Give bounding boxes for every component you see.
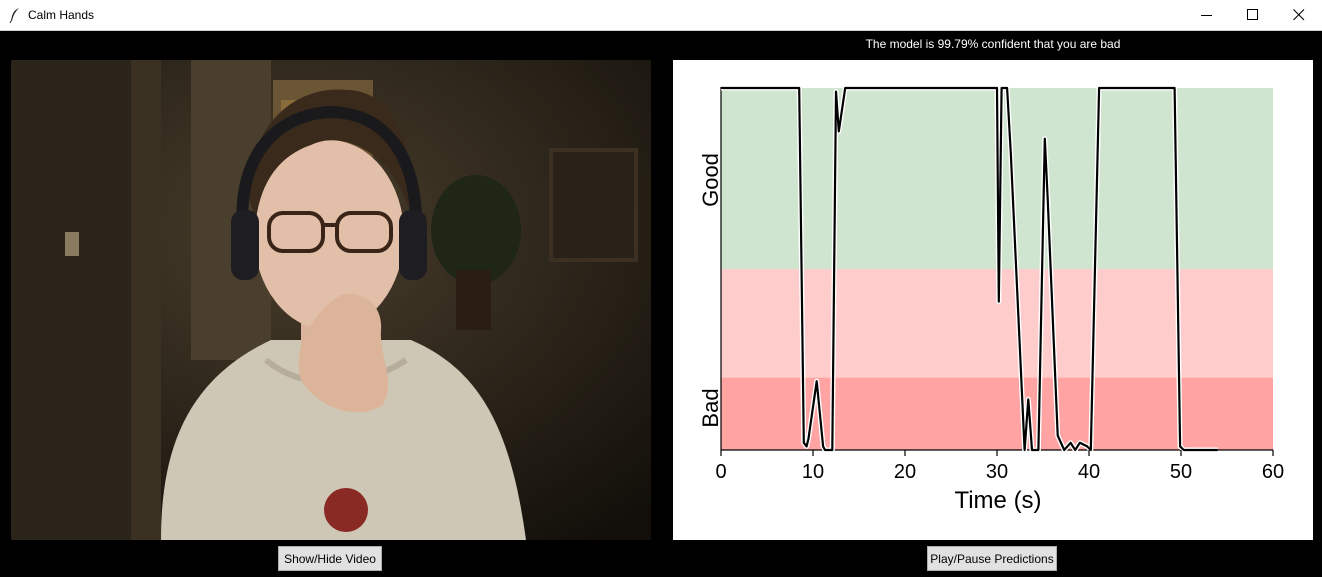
x-tick-label: 50 (1170, 461, 1192, 483)
webcam-frame (11, 60, 651, 540)
confidence-status: The model is 99.79% confident that you a… (865, 37, 1121, 51)
webcam-video (11, 60, 651, 540)
show-hide-video-button[interactable]: Show/Hide Video (278, 546, 382, 571)
x-tick-label: 40 (1078, 461, 1100, 483)
x-axis-label: Time (s) (954, 487, 1041, 514)
maximize-button[interactable] (1230, 0, 1276, 30)
window-title: Calm Hands (28, 8, 95, 22)
x-tick-label: 10 (802, 461, 824, 483)
minimize-button[interactable] (1184, 0, 1230, 30)
minimize-icon (1201, 15, 1212, 16)
close-icon (1293, 9, 1305, 21)
prediction-chart: 0 10 20 30 40 50 60 Time (s) Good Bad (698, 85, 1284, 514)
close-button[interactable] (1276, 0, 1322, 30)
maximize-icon (1247, 9, 1258, 20)
x-tick-label: 30 (986, 461, 1008, 483)
window-titlebar: Calm Hands (0, 0, 1322, 31)
x-tick-label: 60 (1262, 461, 1284, 483)
x-tick-label: 0 (715, 461, 726, 483)
y-axis-label-bad: Bad (698, 388, 723, 427)
prediction-plot: 0 10 20 30 40 50 60 Time (s) Good Bad (673, 60, 1313, 540)
x-tick-label: 20 (894, 461, 916, 483)
feather-icon (9, 8, 19, 23)
play-pause-predictions-button[interactable]: Play/Pause Predictions (927, 546, 1057, 571)
y-axis-label-good: Good (698, 153, 723, 207)
